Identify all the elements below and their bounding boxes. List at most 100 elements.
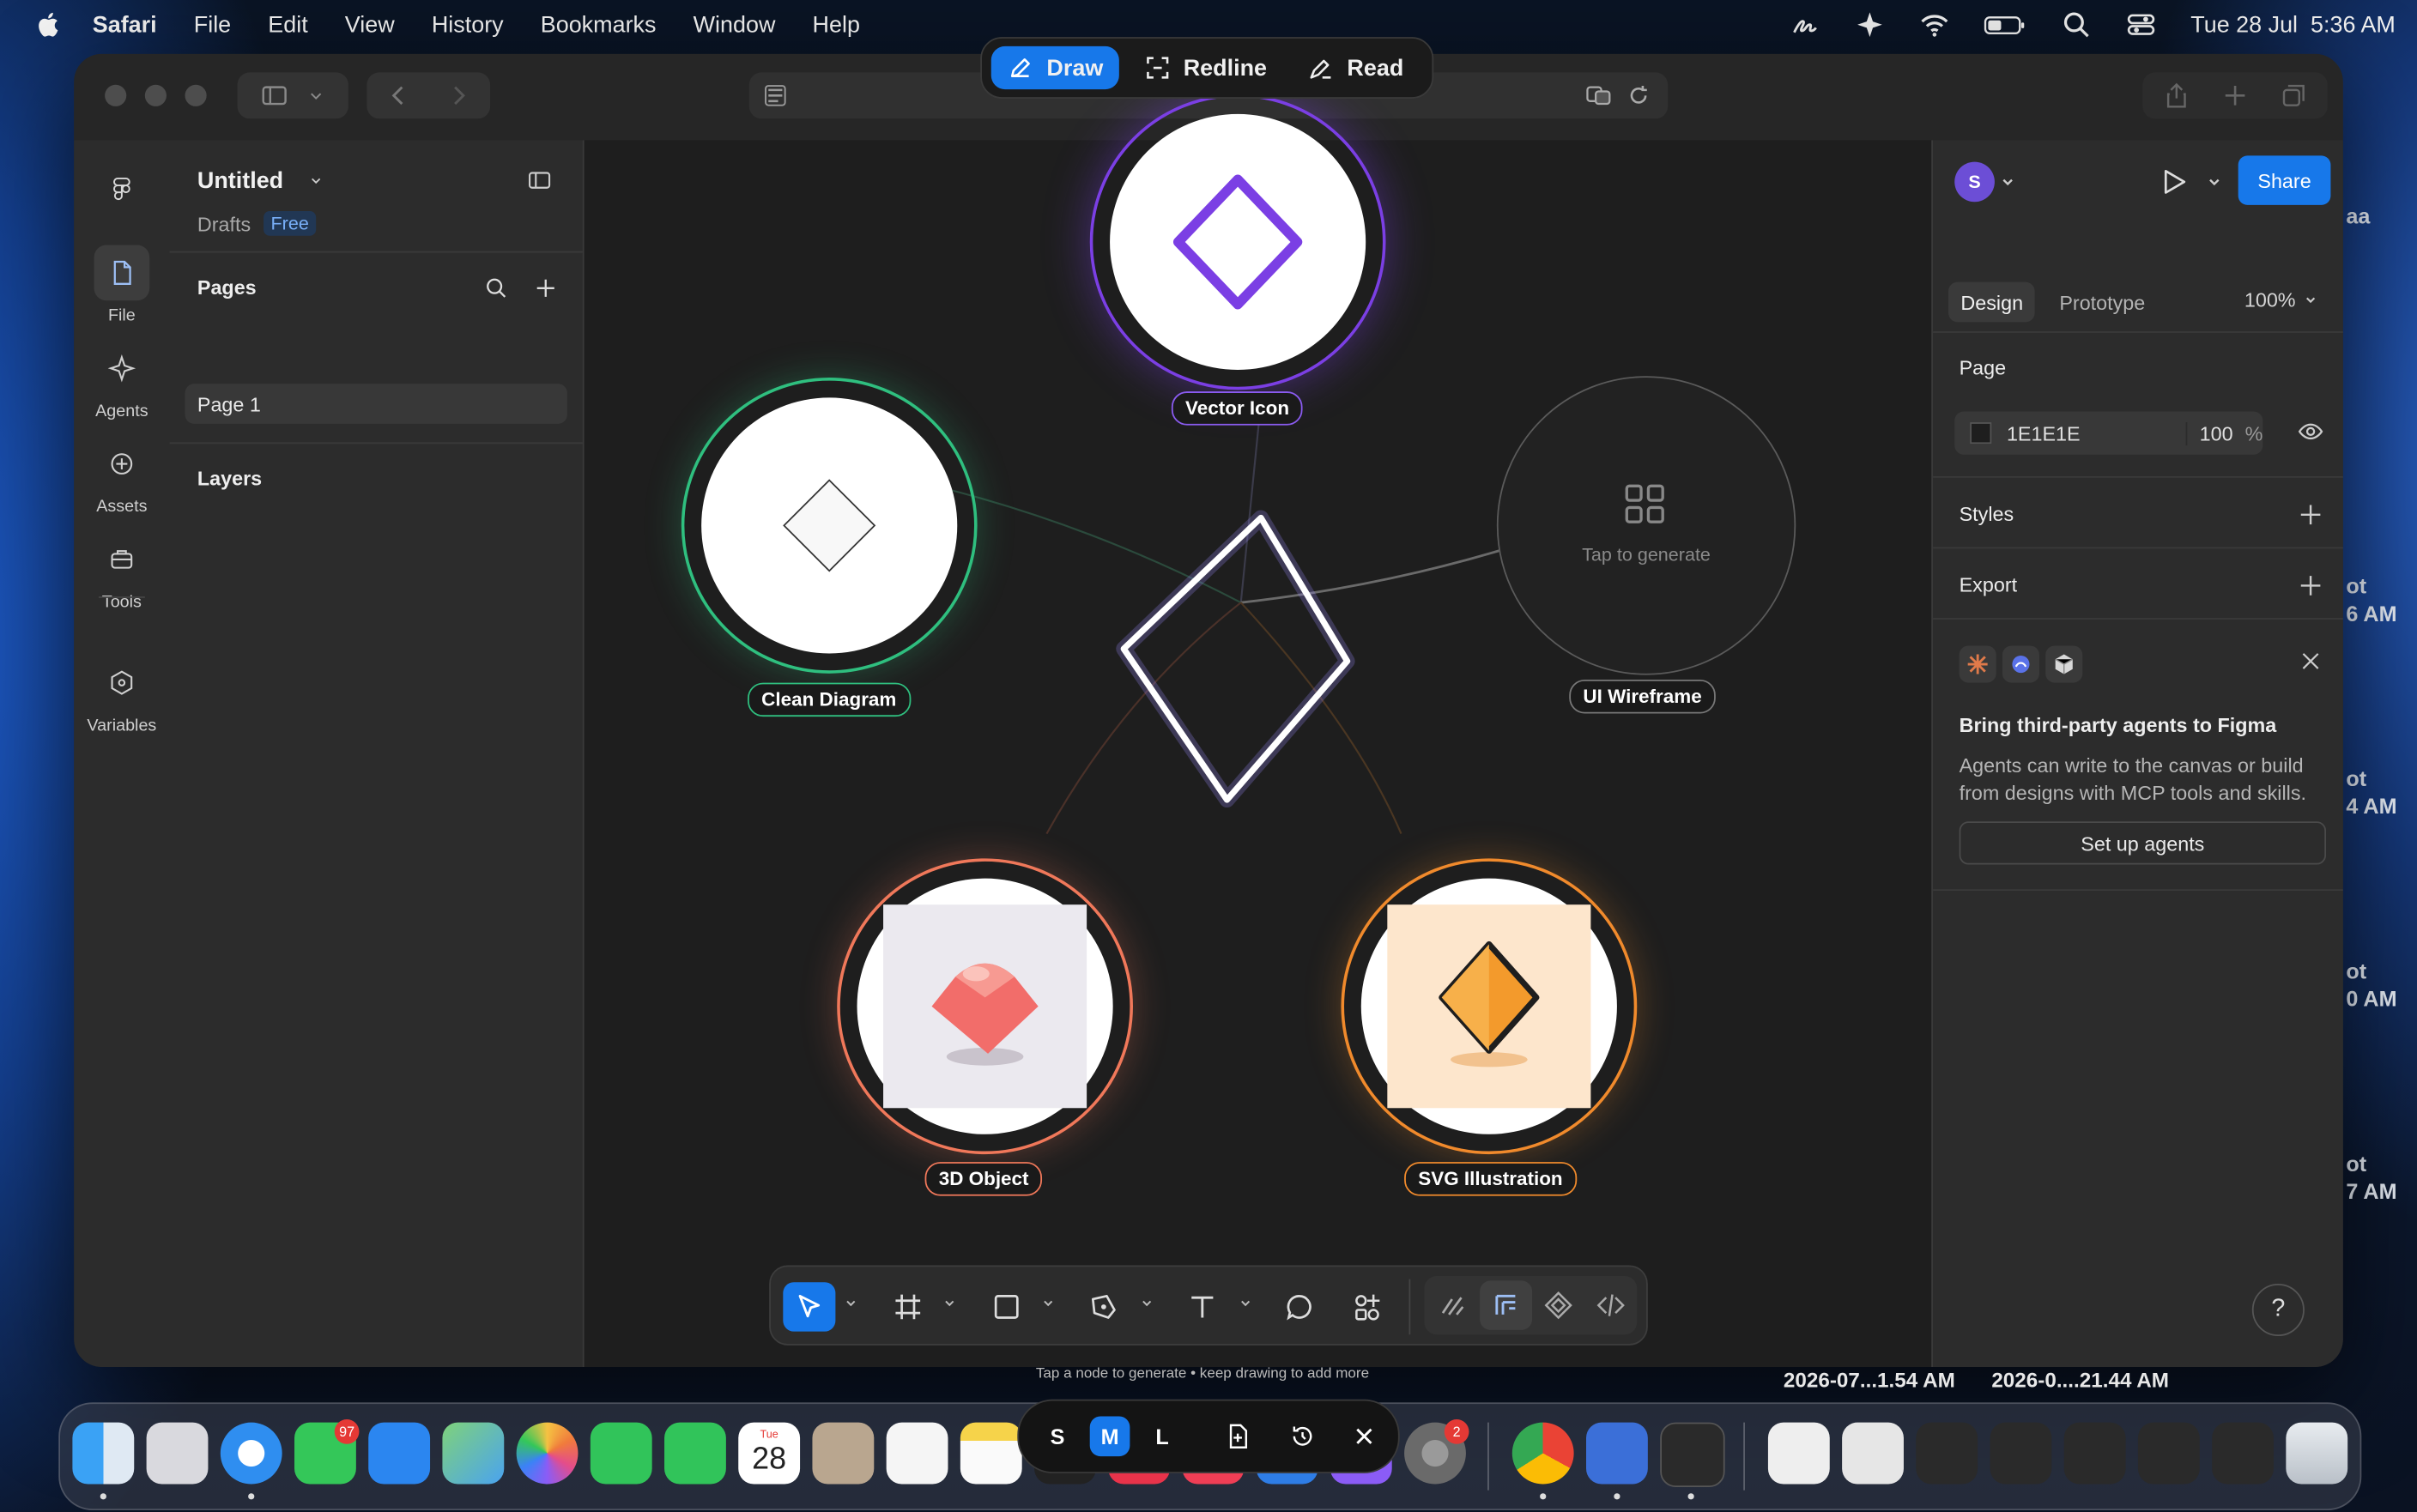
menu-view[interactable]: View	[345, 11, 395, 38]
size-medium-button[interactable]: M	[1089, 1416, 1130, 1457]
menubar-clock[interactable]: Tue 28 Jul 5:36 AM	[2190, 11, 2396, 38]
battery-icon[interactable]	[1984, 9, 2027, 40]
sidebar-toggle-button[interactable]	[237, 72, 348, 119]
document-stack-icon[interactable]	[1767, 1422, 1830, 1485]
control-center-icon[interactable]	[2126, 9, 2157, 40]
desktop-screenshot-label[interactable]: 2026-07...1.54 AM	[1784, 1369, 1955, 1392]
rail-assets[interactable]: Assets	[74, 436, 169, 517]
tab-overview-icon[interactable]	[2280, 82, 2307, 109]
close-window-button[interactable]	[105, 84, 127, 106]
share-button[interactable]: Share	[2238, 155, 2331, 205]
play-icon[interactable]	[2158, 166, 2189, 197]
menu-help[interactable]: Help	[813, 11, 860, 38]
clean-diagram-node[interactable]	[701, 397, 958, 654]
size-large-button[interactable]: L	[1142, 1416, 1183, 1456]
minimize-window-button[interactable]	[144, 84, 167, 106]
figma-app-icon[interactable]	[1660, 1422, 1725, 1488]
rectangle-tool[interactable]	[980, 1282, 1033, 1331]
screenshot-thumbnail-icon[interactable]	[1916, 1422, 1978, 1485]
design-canvas[interactable]: Vector Icon Clean Diagram Tap to generat…	[584, 94, 1932, 1367]
size-small-button[interactable]: S	[1038, 1416, 1078, 1456]
rail-file[interactable]: File	[74, 245, 169, 325]
chrome-icon[interactable]	[1511, 1422, 1574, 1485]
close-icon[interactable]	[2299, 649, 2323, 674]
document-stack-icon[interactable]	[1842, 1422, 1904, 1485]
text-tool[interactable]	[1176, 1282, 1228, 1331]
fill-hex-input[interactable]: 1E1E1E	[2007, 421, 2186, 445]
photos-icon[interactable]	[516, 1422, 579, 1485]
frame-tool[interactable]	[881, 1282, 934, 1331]
3d-object-label[interactable]: 3D Object	[924, 1162, 1043, 1196]
mode-read[interactable]: Read	[1292, 46, 1420, 89]
mode-draw[interactable]: Draw	[990, 45, 1119, 90]
screenshot-thumbnail-icon[interactable]	[1990, 1422, 2052, 1485]
chevron-down-icon[interactable]	[1042, 1297, 1054, 1309]
add-style-icon[interactable]	[2297, 501, 2324, 529]
mail-icon[interactable]	[368, 1422, 431, 1485]
eye-icon[interactable]	[2297, 418, 2324, 445]
chevron-left-icon[interactable]	[385, 82, 413, 109]
figma-logo[interactable]	[74, 162, 169, 224]
launchpad-icon[interactable]	[146, 1422, 209, 1485]
notes-icon[interactable]	[960, 1422, 1022, 1485]
clean-diagram-label[interactable]: Clean Diagram	[748, 682, 911, 717]
component-tool[interactable]	[1532, 1280, 1584, 1329]
screenshot-thumbnail-icon[interactable]	[2137, 1422, 2200, 1485]
chevron-right-icon[interactable]	[444, 82, 471, 109]
pen-tool[interactable]	[1077, 1282, 1130, 1331]
safari-icon[interactable]	[220, 1422, 282, 1485]
facetime-icon[interactable]	[590, 1422, 652, 1485]
add-page-button[interactable]	[530, 273, 561, 304]
draw-mode-tool[interactable]	[1427, 1280, 1480, 1329]
zoom-selector[interactable]: 100%	[2244, 288, 2317, 311]
menu-history[interactable]: History	[432, 11, 504, 38]
translate-icon[interactable]	[1584, 82, 1612, 109]
fill-opacity-input[interactable]: 100	[2185, 421, 2244, 445]
vector-icon-label[interactable]: Vector Icon	[1171, 391, 1304, 426]
svg-illustration-label[interactable]: SVG Illustration	[1404, 1162, 1577, 1196]
rail-agents[interactable]: Agents	[74, 341, 169, 420]
menu-file[interactable]: File	[194, 11, 231, 38]
drafts-link[interactable]: Drafts	[197, 212, 251, 235]
wifi-icon[interactable]	[1919, 9, 1950, 40]
new-tab-icon[interactable]	[2221, 82, 2249, 109]
chevron-down-icon[interactable]	[845, 1297, 857, 1309]
screenshot-thumbnail-icon[interactable]	[2212, 1422, 2274, 1485]
dev-mode-tool[interactable]	[1584, 1280, 1637, 1329]
menu-bookmarks[interactable]: Bookmarks	[541, 11, 657, 38]
sparkle-icon[interactable]	[1855, 9, 1886, 40]
chevron-down-icon[interactable]	[1141, 1297, 1153, 1309]
vector-icon-node[interactable]	[1110, 113, 1366, 371]
desktop-screenshot-label[interactable]: 2026-0....21.44 AM	[1991, 1369, 2169, 1392]
design-mode-tool[interactable]	[1480, 1280, 1533, 1330]
close-button[interactable]	[1346, 1418, 1383, 1455]
contacts-icon[interactable]	[812, 1422, 875, 1485]
reader-icon[interactable]	[761, 82, 789, 109]
comment-tool[interactable]	[1273, 1282, 1325, 1331]
back-forward-buttons[interactable]	[366, 72, 491, 119]
set-up-agents-button[interactable]: Set up agents	[1959, 821, 2327, 865]
chevron-down-icon[interactable]	[1239, 1297, 1251, 1309]
fill-swatch[interactable]	[1970, 422, 1991, 445]
page-fill-row[interactable]: 1E1E1E 100 %	[1954, 411, 2263, 455]
menu-edit[interactable]: Edit	[268, 11, 307, 38]
history-button[interactable]	[1284, 1418, 1321, 1455]
reminders-icon[interactable]	[886, 1422, 948, 1485]
ui-wireframe-label[interactable]: UI Wireframe	[1569, 680, 1716, 714]
chevron-down-icon[interactable]	[943, 1297, 955, 1309]
maps-icon[interactable]	[442, 1422, 505, 1485]
rail-variables[interactable]: Variables	[74, 655, 169, 735]
menu-app-name[interactable]: Safari	[93, 11, 157, 38]
new-document-button[interactable]	[1220, 1418, 1257, 1455]
phone-icon[interactable]	[664, 1422, 726, 1485]
apple-icon[interactable]	[34, 9, 65, 40]
finder-icon[interactable]	[72, 1422, 135, 1485]
actions-tool[interactable]	[1341, 1282, 1393, 1331]
page-item[interactable]: Page 1	[185, 384, 567, 424]
app-icon[interactable]	[1586, 1422, 1648, 1485]
3d-object-node[interactable]	[857, 878, 1113, 1134]
calendar-icon[interactable]: Tue 28	[738, 1422, 801, 1485]
move-tool[interactable]	[783, 1282, 836, 1332]
file-title[interactable]: Untitled	[197, 168, 324, 194]
signature-icon[interactable]	[1790, 9, 1820, 40]
